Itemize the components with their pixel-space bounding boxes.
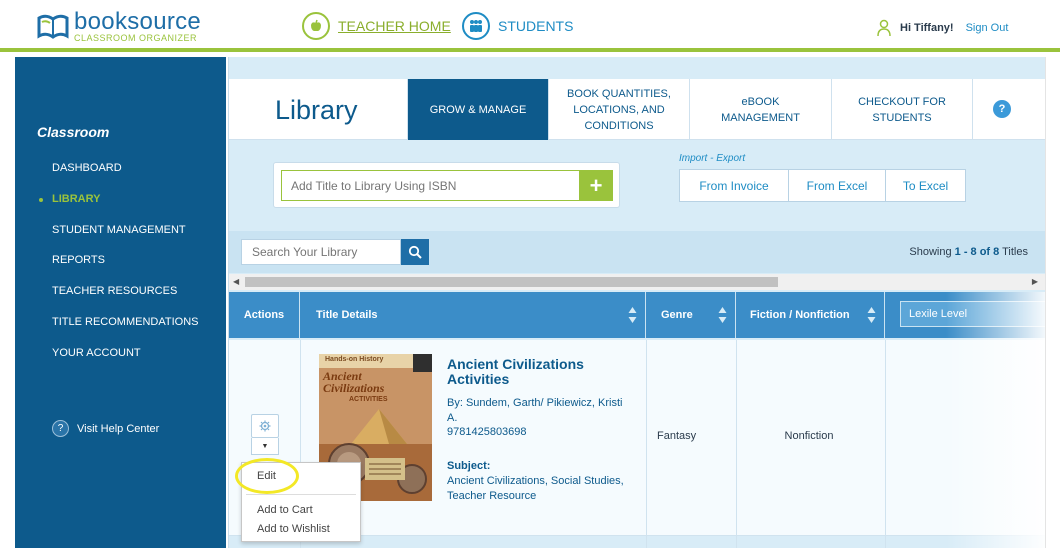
tab-checkout-students[interactable]: CHECKOUT FOR STUDENTS: [831, 79, 972, 140]
scroll-right-icon[interactable]: ▶: [1032, 277, 1038, 286]
table-header: Actions Title Details Genre Fiction / No…: [229, 292, 1046, 338]
search-strip: Showing 1 - 8 of 8 Titles: [229, 231, 1046, 273]
book-fiction-type: Nonfiction: [784, 430, 834, 442]
col-genre[interactable]: Genre: [646, 292, 736, 338]
col-fiction-label: Fiction / Nonfiction: [750, 309, 850, 321]
highlight-annotation: [235, 458, 299, 494]
col-lexile-level[interactable]: Lexile Level: [900, 301, 1046, 327]
isbn-add-panel: +: [273, 162, 620, 208]
chevron-down-icon: ▼: [261, 442, 269, 450]
booksource-logo[interactable]: booksource CLASSROOM ORGANIZER: [36, 8, 211, 44]
help-icon[interactable]: ?: [993, 100, 1011, 118]
help-center-label: Visit Help Center: [77, 422, 160, 435]
menu-item-add-to-wishlist[interactable]: Add to Wishlist: [257, 523, 330, 535]
apple-icon: [302, 12, 330, 40]
sign-out-link[interactable]: Sign Out: [966, 22, 1009, 34]
from-excel-button[interactable]: From Excel: [788, 169, 886, 202]
column-divider: [736, 340, 737, 548]
page-title: Library: [275, 95, 358, 125]
col-title-details-label: Title Details: [316, 309, 378, 321]
search-icon: [408, 245, 422, 259]
showing-prefix: Showing: [909, 246, 955, 258]
logo-wordmark: booksource: [74, 8, 202, 35]
menu-item-add-to-cart[interactable]: Add to Cart: [257, 504, 313, 516]
col-genre-label: Genre: [661, 309, 693, 321]
subject-label: Subject:: [447, 460, 491, 472]
column-divider: [646, 340, 647, 548]
active-bullet: [39, 198, 43, 202]
cover-series-text: Hands-on History: [325, 356, 384, 363]
isbn-input[interactable]: [281, 170, 579, 201]
top-header: booksource CLASSROOM ORGANIZER TEACHER H…: [0, 0, 1060, 52]
help-center-link[interactable]: ? Visit Help Center: [52, 420, 159, 437]
search-button[interactable]: [401, 239, 429, 265]
vertical-scrollbar[interactable]: [1045, 57, 1060, 548]
from-invoice-button[interactable]: From Invoice: [679, 169, 789, 202]
nav-students[interactable]: STUDENTS: [462, 12, 573, 40]
students-group-icon: [462, 12, 490, 40]
book-genre: Fantasy: [657, 430, 697, 442]
sort-arrows-icon: [628, 307, 637, 323]
to-excel-button[interactable]: To Excel: [885, 169, 966, 202]
help-question-icon: ?: [52, 420, 69, 437]
sort-arrows-icon: [718, 307, 727, 323]
main-content: Library GROW & MANAGE BOOK QUANTITIES, L…: [228, 57, 1046, 548]
col-actions: Actions: [229, 292, 300, 338]
tab-checkout-students-label: CHECKOUT FOR STUDENTS: [858, 95, 946, 124]
tab-ebook-management-label: eBOOK MANAGEMENT: [721, 95, 800, 124]
row-settings-button[interactable]: [251, 414, 279, 438]
tab-ebook-management[interactable]: eBOOK MANAGEMENT: [689, 79, 831, 140]
book-title-link[interactable]: Ancient Civilizations Activities: [447, 357, 617, 387]
user-greeting: Hi Tiffany!: [900, 22, 954, 34]
tab-grow-manage[interactable]: GROW & MANAGE: [407, 79, 548, 140]
nav-students-label: STUDENTS: [498, 18, 574, 34]
sidebar-item-teacher-resources[interactable]: TEACHER RESOURCES: [52, 285, 177, 297]
gear-icon: [259, 420, 271, 432]
nav-teacher-home[interactable]: TEACHER HOME: [302, 12, 451, 40]
sidebar-item-student-management[interactable]: STUDENT MANAGEMENT: [52, 224, 186, 236]
col-title-details[interactable]: Title Details: [300, 292, 646, 338]
sidebar-item-your-account[interactable]: YOUR ACCOUNT: [52, 347, 141, 359]
teacher-user-icon: [877, 19, 891, 37]
row-actions-toggle[interactable]: ▼: [251, 438, 279, 455]
tab-grow-manage-label: GROW & MANAGE: [429, 103, 527, 116]
sidebar-item-dashboard[interactable]: DASHBOARD: [52, 162, 122, 174]
logo-tagline: CLASSROOM ORGANIZER: [74, 33, 198, 43]
col-fiction-nonfiction[interactable]: Fiction / Nonfiction: [736, 292, 885, 338]
library-search-input[interactable]: [241, 239, 401, 265]
tab-book-quantities[interactable]: BOOK QUANTITIES, LOCATIONS, AND CONDITIO…: [548, 79, 689, 140]
sidebar: Classroom DASHBOARD LIBRARY STUDENT MANA…: [15, 57, 226, 548]
scroll-left-icon[interactable]: ◀: [233, 277, 239, 286]
showing-range: 1 - 8 of 8: [954, 246, 1000, 258]
nav-teacher-home-label: TEACHER HOME: [338, 18, 451, 34]
sidebar-item-library[interactable]: LIBRARY: [52, 193, 100, 205]
book-logo-icon: [37, 14, 69, 39]
horizontal-scrollbar[interactable]: ◀ ▶: [229, 274, 1046, 290]
column-divider: [885, 340, 886, 548]
menu-separator: [246, 494, 356, 495]
sidebar-item-reports[interactable]: REPORTS: [52, 254, 105, 266]
sidebar-heading: Classroom: [37, 124, 110, 140]
book-isbn: 9781425803698: [447, 426, 527, 438]
add-isbn-button[interactable]: +: [579, 170, 613, 201]
import-export-label: Import - Export: [679, 153, 746, 164]
cover-subtitle-text: ACTIVITIES: [349, 396, 388, 403]
scrollbar-thumb[interactable]: [245, 277, 778, 287]
user-area: Hi Tiffany! Sign Out: [876, 19, 1008, 37]
book-subjects: Ancient Civilizations, Social Studies, T…: [447, 475, 624, 502]
book-author: By: Sundem, Garth/ Pikiewicz, Kristi A.: [447, 397, 623, 424]
tab-book-quantities-label: BOOK QUANTITIES, LOCATIONS, AND CONDITIO…: [567, 87, 671, 132]
showing-count: Showing 1 - 8 of 8 Titles: [909, 246, 1028, 258]
sort-arrows-icon: [867, 307, 876, 323]
showing-suffix: Titles: [999, 246, 1028, 258]
title-row: Library GROW & MANAGE BOOK QUANTITIES, L…: [229, 79, 1046, 140]
cover-title-text: Ancient Civilizations: [323, 369, 385, 395]
sidebar-item-title-recommendations[interactable]: TITLE RECOMMENDATIONS: [52, 316, 198, 328]
